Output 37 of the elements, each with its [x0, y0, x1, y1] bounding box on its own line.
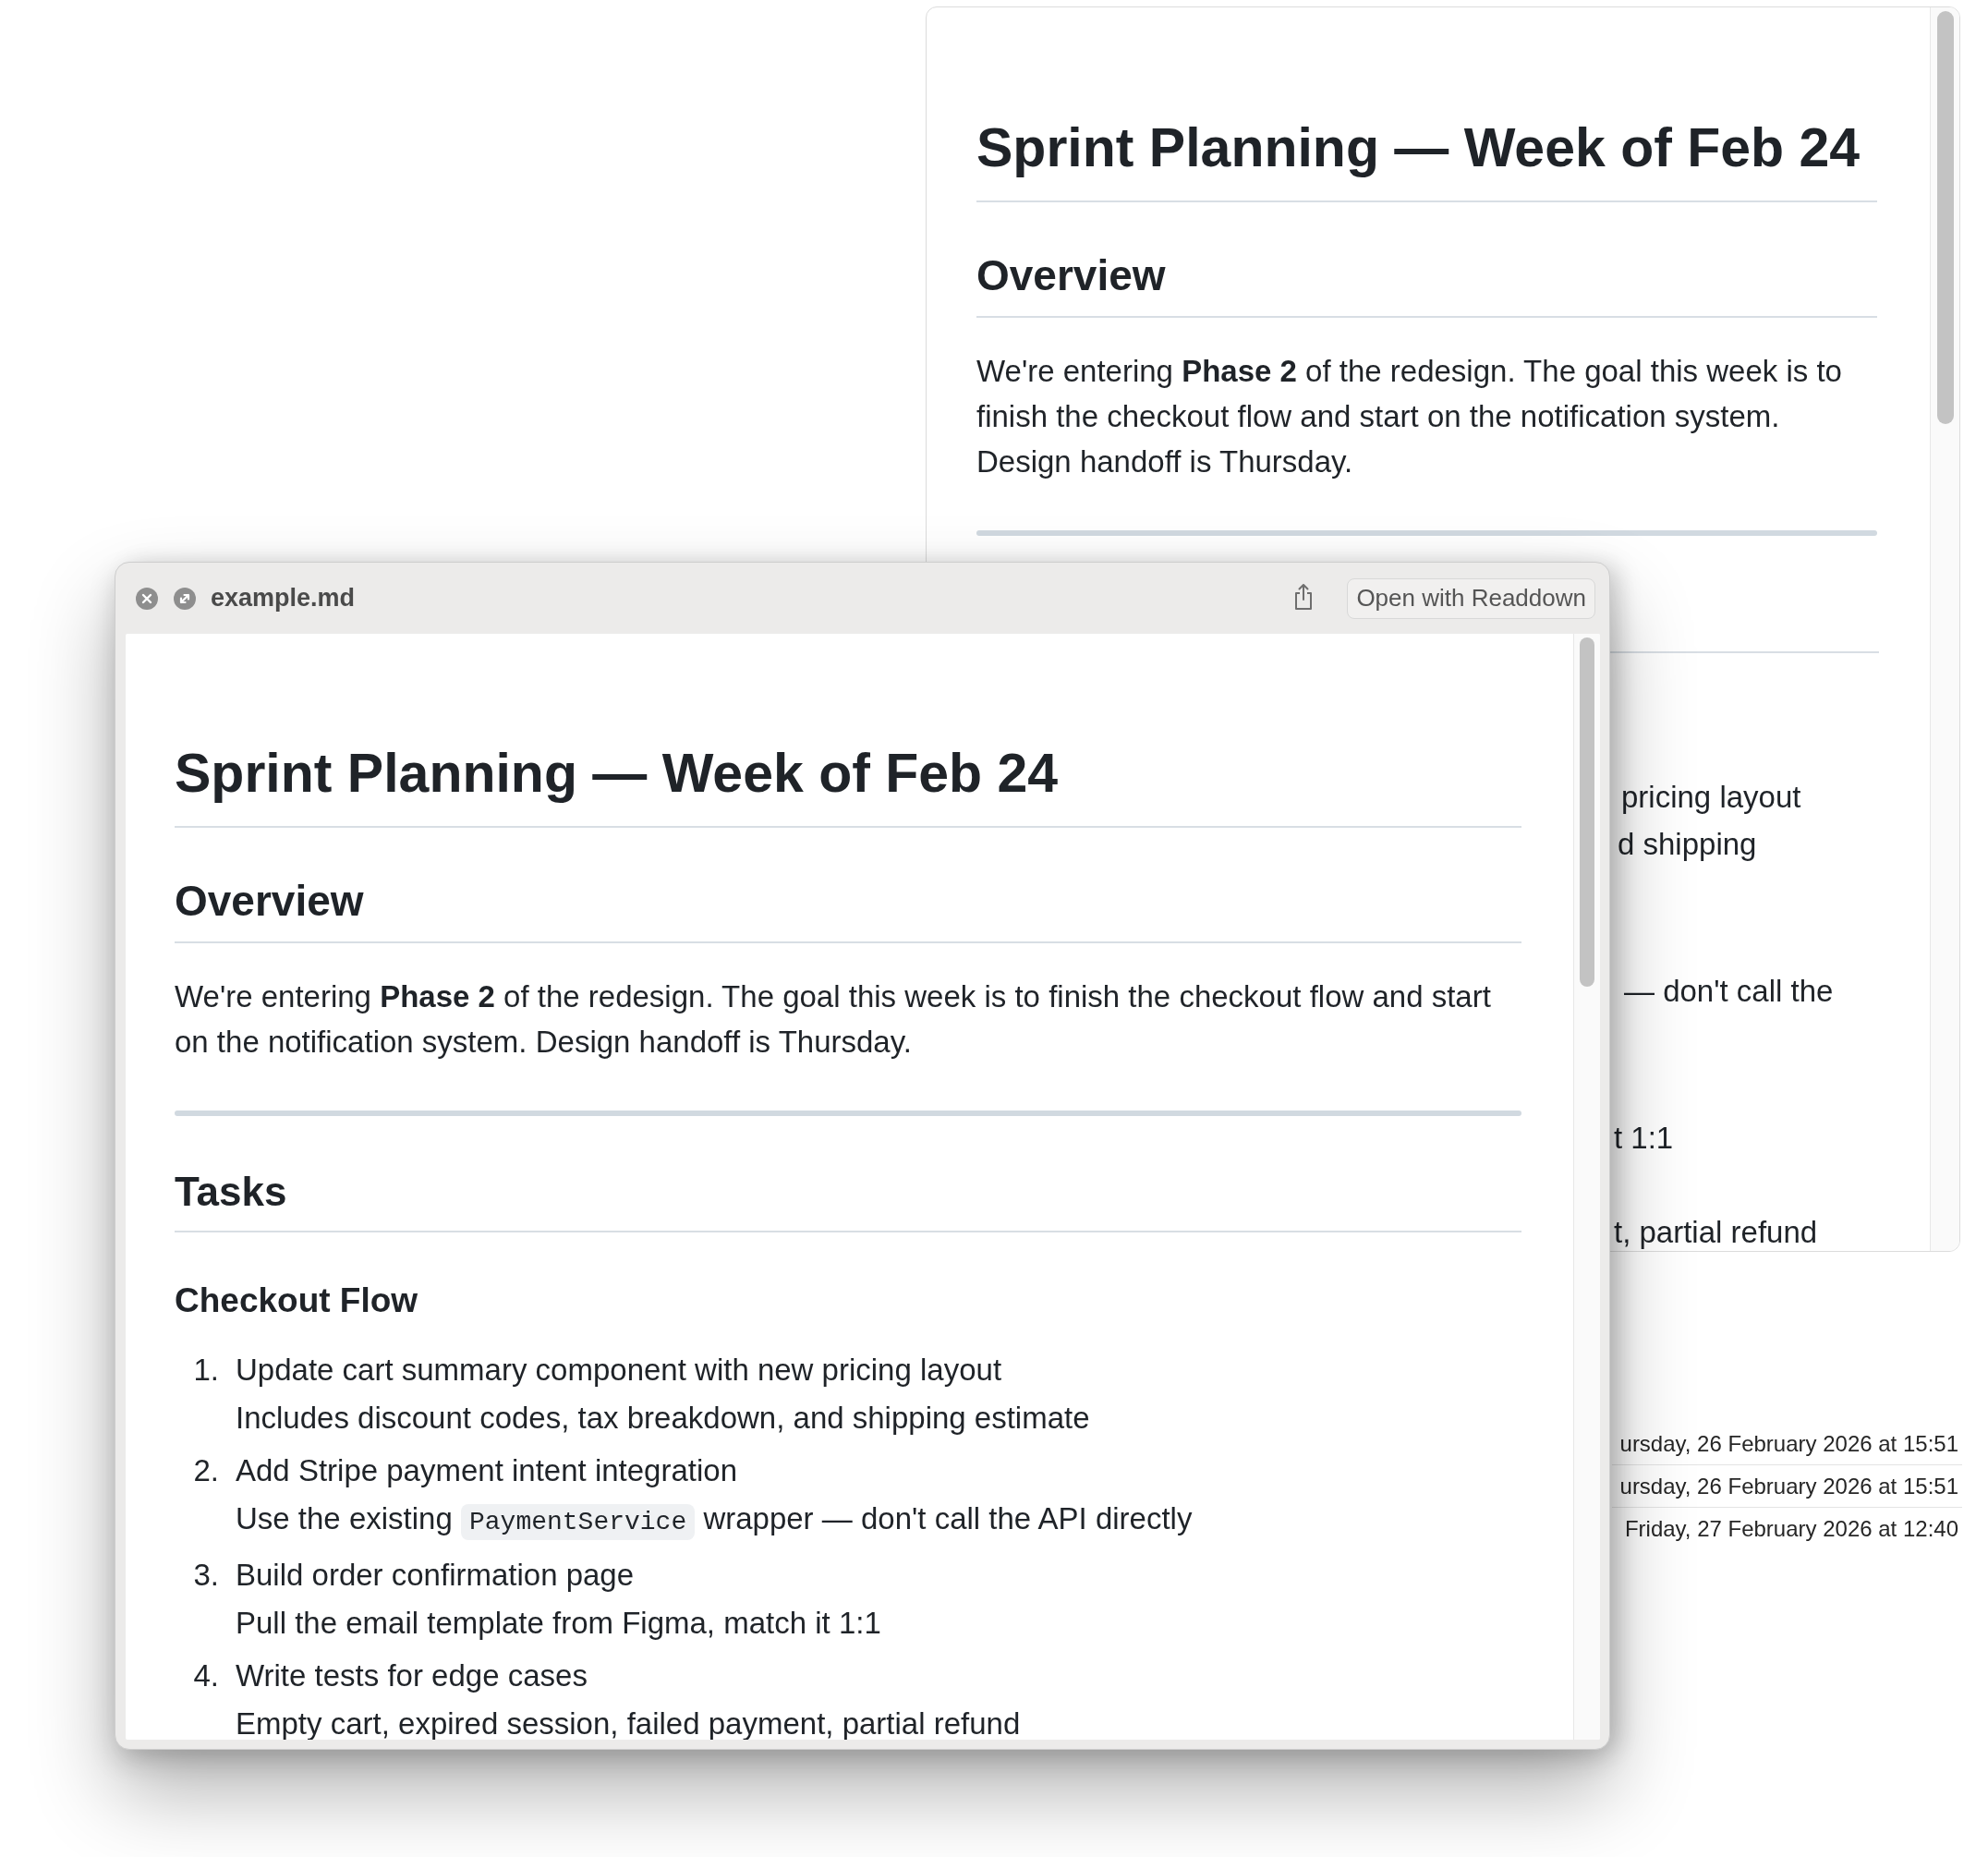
modified-date: ursday, 26 February 2026 at 15:51 — [1619, 1473, 1958, 1499]
paragraph: We're entering Phase 2 of the redesign. The goal this week is to finish the checkout flow and start on the notification system. Design handoff is Thursday. — [175, 978, 1492, 1061]
subsection-heading: Checkout Flow — [175, 1280, 418, 1321]
list-number: 1. — [193, 1352, 219, 1389]
task-title: Build order confirmation page — [236, 1557, 635, 1594]
scrollbar-thumb[interactable] — [1936, 11, 1954, 424]
paragraph: We're entering Phase 2 of the redesign. The goal this week is to finish the checkout flow and start on the notification system. Design handoff is Thursday. — [976, 353, 1843, 480]
close-icon[interactable] — [136, 587, 158, 610]
list-text: pricing layout — [1621, 779, 1801, 816]
section-heading: Tasks — [175, 1168, 287, 1216]
list-text: t 1:1 — [1614, 1120, 1674, 1157]
section-heading: Overview — [976, 250, 1166, 301]
scrollbar-track[interactable] — [1930, 7, 1959, 1251]
list-number: 2. — [193, 1452, 219, 1489]
section-heading: Overview — [175, 876, 364, 927]
inline-code: PaymentService — [460, 1504, 696, 1540]
document-title: Sprint Planning — Week of Feb 24 — [976, 116, 1861, 180]
list-text: t, partial refund — [1614, 1214, 1818, 1251]
modified-date: Friday, 27 February 2026 at 12:40 — [1624, 1516, 1958, 1542]
open-with-button[interactable]: Open with Readdown — [1347, 577, 1595, 619]
task-note: Includes discount codes, tax breakdown, and shipping estimate — [236, 1401, 1090, 1436]
modified-date: ursday, 26 February 2026 at 15:51 — [1619, 1430, 1958, 1457]
scrollbar-track[interactable] — [1573, 634, 1600, 1740]
task-title: Write tests for edge cases — [236, 1657, 588, 1694]
list-number: 4. — [193, 1657, 219, 1694]
share-icon[interactable] — [1293, 582, 1315, 611]
task-title: Update cart summary component with new pricing layout — [236, 1352, 1002, 1389]
list-number: 3. — [193, 1557, 219, 1594]
diagonal-arrows-icon[interactable] — [174, 587, 196, 610]
task-note: Use the existing PaymentService wrapper — don't call the API directly — [236, 1501, 1193, 1540]
scrollbar-thumb[interactable] — [1580, 637, 1594, 987]
list-text: d shipping — [1618, 826, 1757, 863]
task-title: Add Stripe payment intent integration — [236, 1452, 737, 1489]
file-name: example.md — [211, 584, 356, 613]
list-text: — don't call the — [1624, 973, 1834, 1010]
document-title: Sprint Planning — Week of Feb 24 — [175, 742, 1059, 806]
task-note: Pull the email template from Figma, match it 1:1 — [236, 1606, 881, 1641]
